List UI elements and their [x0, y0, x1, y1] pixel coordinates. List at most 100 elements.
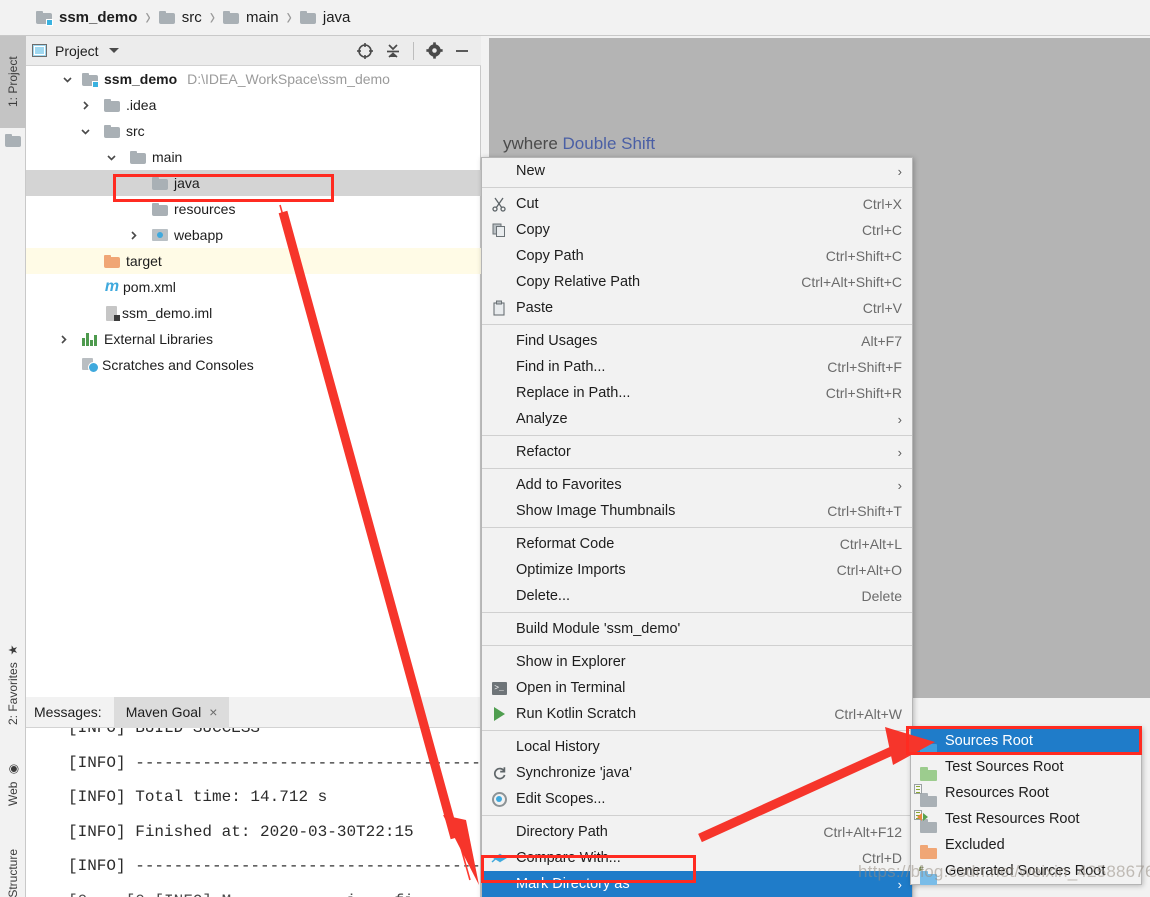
menu-shortcut: Ctrl+Shift+F [827, 359, 902, 375]
close-icon[interactable]: × [209, 704, 217, 720]
tree-row-main[interactable]: main [26, 144, 481, 170]
sidebar-tab-project[interactable]: 1: Project [0, 36, 26, 128]
menu-separator [482, 527, 912, 528]
panel-title: Project [55, 42, 99, 59]
chevron-down-icon[interactable] [108, 48, 119, 53]
run-icon [490, 705, 508, 723]
menu-label: Cut [516, 196, 539, 212]
menu-item-show-image-thumbnails[interactable]: Show Image Thumbnails Ctrl+Shift+T [482, 498, 912, 524]
tree-row-java[interactable]: java [26, 170, 481, 196]
tip-search-everywhere: ywhere Double Shift [503, 134, 655, 154]
menu-item-build-module[interactable]: Build Module 'ssm_demo' [482, 616, 912, 642]
menu-label: New [516, 163, 546, 179]
chevron-down-icon[interactable] [60, 74, 74, 85]
menu-item-copy[interactable]: Copy Ctrl+C [482, 217, 912, 243]
submenu-item-sources-root[interactable]: Sources Root [911, 728, 1141, 754]
menu-item-local-history[interactable]: Local History › [482, 734, 912, 760]
sidebar-tab-favorites[interactable]: 2: Favorites ★ [0, 629, 26, 739]
menu-item-directory-path[interactable]: Directory Path Ctrl+Alt+F12 [482, 819, 912, 845]
menu-item-compare-with[interactable]: Compare With... Ctrl+D [482, 845, 912, 871]
folder-icon [104, 124, 120, 138]
menu-label: Copy [516, 222, 550, 238]
tree-row-webapp[interactable]: webapp [26, 222, 481, 248]
tree-row-scratches[interactable]: Scratches and Consoles [26, 352, 481, 378]
menu-separator [482, 324, 912, 325]
menu-item-run-kotlin-scratch[interactable]: Run Kotlin Scratch Ctrl+Alt+W [482, 701, 912, 727]
submenu-item-excluded[interactable]: Excluded [911, 832, 1141, 858]
menu-item-find-usages[interactable]: Find Usages Alt+F7 [482, 328, 912, 354]
minimize-icon[interactable] [449, 38, 475, 64]
terminal-icon: >_ [490, 679, 508, 697]
submenu-label: Excluded [945, 837, 1005, 853]
chevron-down-icon[interactable] [78, 126, 92, 137]
menu-separator [482, 435, 912, 436]
menu-shortcut: Ctrl+Shift+C [825, 248, 902, 264]
submenu-label: Test Resources Root [945, 811, 1080, 827]
tree-row-pom-xml[interactable]: m pom.xml [26, 274, 481, 300]
console-line: [0 [0 [INFO] M i fi [68, 884, 480, 897]
folder-icon [152, 202, 168, 216]
breadcrumb-item-src[interactable]: src [158, 0, 202, 35]
menu-item-optimize-imports[interactable]: Optimize Imports Ctrl+Alt+O [482, 557, 912, 583]
menu-label: Add to Favorites [516, 477, 622, 493]
context-menu[interactable]: New › Cut Ctrl+X Copy Ctrl+C Copy Path C… [481, 157, 913, 897]
menu-item-analyze[interactable]: Analyze › [482, 406, 912, 432]
tab-maven-goal[interactable]: Maven Goal × [113, 696, 230, 728]
menu-separator [482, 645, 912, 646]
menu-label: Compare With... [516, 850, 621, 866]
breadcrumb-item-java[interactable]: java [299, 0, 350, 35]
menu-item-new[interactable]: New › [482, 158, 912, 184]
tree-row-resources[interactable]: resources [26, 196, 481, 222]
chevron-right-icon[interactable] [78, 100, 92, 111]
menu-shortcut: Ctrl+Shift+R [825, 385, 902, 401]
menu-item-find-in-path[interactable]: Find in Path... Ctrl+Shift+F [482, 354, 912, 380]
folder-icon [130, 150, 146, 164]
tree-row-target[interactable]: target [26, 248, 481, 274]
menu-item-synchronize[interactable]: Synchronize 'java' [482, 760, 912, 786]
menu-item-replace-in-path[interactable]: Replace in Path... Ctrl+Shift+R [482, 380, 912, 406]
menu-item-delete[interactable]: Delete... Delete [482, 583, 912, 609]
scratches-icon [82, 357, 99, 373]
sidebar-tab-structure[interactable]: 7: Structure [0, 826, 26, 897]
breadcrumb-item-main[interactable]: main [223, 0, 279, 35]
menu-label: Find in Path... [516, 359, 606, 375]
menu-item-reformat-code[interactable]: Reformat Code Ctrl+Alt+L [482, 531, 912, 557]
gear-icon[interactable] [421, 38, 447, 64]
breadcrumb-item-ssm_demo[interactable]: ssm_demo [36, 0, 137, 35]
tree-path: D:\IDEA_WorkSpace\ssm_demo [187, 71, 390, 87]
menu-item-show-in-explorer[interactable]: Show in Explorer [482, 649, 912, 675]
chevron-right-icon: › [897, 411, 902, 427]
menu-label: Local History [516, 739, 600, 755]
submenu-label: Sources Root [945, 733, 1033, 749]
chevron-right-icon[interactable] [56, 334, 70, 345]
submenu-item-test-resources-root[interactable]: Test Resources Root [911, 806, 1141, 832]
tree-row-idea[interactable]: .idea [26, 92, 481, 118]
tree-row-ssm_demo[interactable]: ssm_demo D:\IDEA_WorkSpace\ssm_demo [26, 66, 481, 92]
tree-label: main [152, 149, 183, 165]
menu-item-paste[interactable]: Paste Ctrl+V [482, 295, 912, 321]
tree-row-iml[interactable]: ssm_demo.iml [26, 300, 481, 326]
collapse-all-icon[interactable] [380, 38, 406, 64]
tree-row-src[interactable]: src [26, 118, 481, 144]
sidebar-tab-web[interactable]: Web ◉ [0, 748, 26, 820]
sidebar-tab-label: 7: Structure [6, 848, 20, 897]
menu-item-copy-relative-path[interactable]: Copy Relative Path Ctrl+Alt+Shift+C [482, 269, 912, 295]
menu-item-copy-path[interactable]: Copy Path Ctrl+Shift+C [482, 243, 912, 269]
chevron-down-icon[interactable] [104, 152, 118, 163]
menu-item-cut[interactable]: Cut Ctrl+X [482, 191, 912, 217]
menu-item-open-in-terminal[interactable]: >_ Open in Terminal [482, 675, 912, 701]
menu-item-refactor[interactable]: Refactor › [482, 439, 912, 465]
menu-item-add-to-favorites[interactable]: Add to Favorites › [482, 472, 912, 498]
locate-icon[interactable] [352, 38, 378, 64]
chevron-right-icon[interactable] [126, 230, 140, 241]
tree-row-external-libraries[interactable]: External Libraries [26, 326, 481, 352]
menu-label: Synchronize 'java' [516, 765, 632, 781]
folder-webapp-icon [152, 228, 168, 242]
breadcrumb-separator: › [286, 4, 292, 30]
console-line: [INFO] BUILD SUCCESS [68, 728, 261, 737]
submenu-item-resources-root[interactable]: Resources Root [911, 780, 1141, 806]
project-tree[interactable]: ssm_demo D:\IDEA_WorkSpace\ssm_demo .ide… [26, 66, 481, 697]
menu-item-mark-directory-as[interactable]: Mark Directory as › [482, 871, 912, 897]
menu-item-edit-scopes[interactable]: Edit Scopes... [482, 786, 912, 812]
submenu-item-test-sources-root[interactable]: Test Sources Root [911, 754, 1141, 780]
